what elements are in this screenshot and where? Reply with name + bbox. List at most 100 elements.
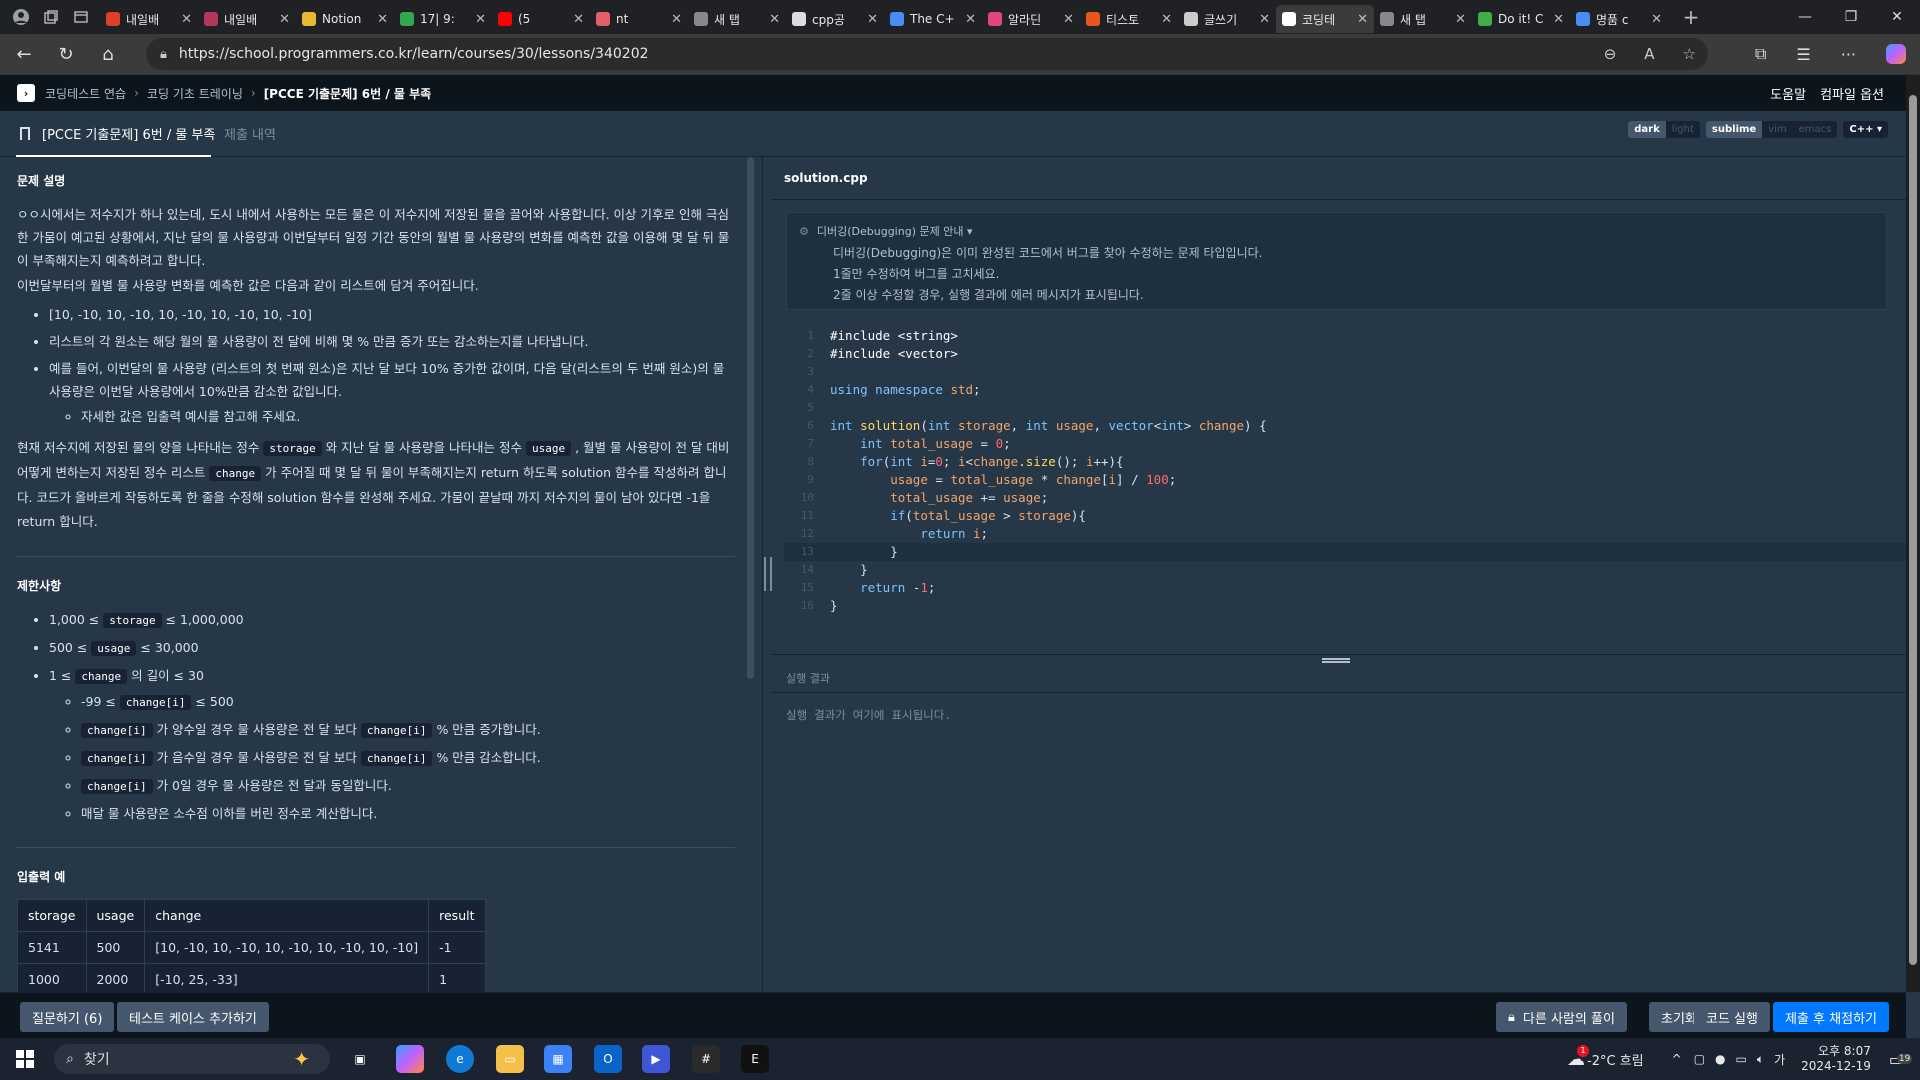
restore-icon[interactable]: ❐ (1828, 0, 1874, 34)
home-icon[interactable]: ⌂ (90, 38, 126, 70)
slack-icon[interactable]: # (692, 1045, 720, 1073)
browser-tab[interactable]: 내일배 ✕ (100, 5, 198, 33)
extensions-icon[interactable]: ⧉ (1755, 44, 1766, 64)
media-player-icon[interactable]: ▶ (642, 1045, 670, 1073)
programmers-logo-icon[interactable]: › (17, 84, 35, 102)
browser-tab[interactable]: (5 ✕ (492, 5, 590, 33)
keymap-emacs-option[interactable]: emacs (1793, 121, 1838, 138)
debug-notice-toggle[interactable]: ⚙ 디버깅(Debugging) 문제 안내 ▾ (799, 223, 972, 239)
back-icon[interactable]: ← (6, 38, 42, 70)
taskbar-search[interactable]: ⌕ 찾기 ✦ (54, 1044, 330, 1074)
code-line[interactable]: 13 } (784, 543, 1906, 561)
browser-tab[interactable]: 코딩테 ✕ (1276, 5, 1374, 33)
edge-app-icon[interactable]: e (446, 1045, 474, 1073)
language-select[interactable]: C++ ▾ (1843, 121, 1888, 138)
browser-tab[interactable]: 17| 9: ✕ (394, 5, 492, 33)
epic-games-icon[interactable]: E (741, 1045, 769, 1073)
zoom-icon[interactable]: ⊖ (1604, 45, 1617, 63)
splitter-grip-icon[interactable] (764, 557, 772, 591)
tray-app-icon[interactable]: ▢ (1694, 1052, 1705, 1066)
tab-problem[interactable]: [PCCE 기출문제] 6번 / 물 부족 (42, 124, 215, 143)
scrollbar-thumb[interactable] (1909, 95, 1917, 965)
clock[interactable]: 오후 8:07 2024-12-19 (1801, 1044, 1871, 1074)
submit-button[interactable]: 제출 후 채점하기 (1773, 1002, 1889, 1032)
browser-tab[interactable]: Do it! C ✕ (1472, 5, 1570, 33)
code-line[interactable]: 2 #include <vector> (784, 345, 1906, 363)
code-line[interactable]: 11 if(total_usage > storage){ (784, 507, 1906, 525)
code-line[interactable]: 9 usage = total_usage * change[i] / 100; (784, 471, 1906, 489)
volume-icon[interactable]: 🔈︎ (1757, 1052, 1764, 1067)
close-tab-icon[interactable]: ✕ (181, 12, 192, 27)
browser-tab[interactable]: 명품 c ✕ (1570, 5, 1668, 33)
close-tab-icon[interactable]: ✕ (965, 12, 976, 27)
favorite-star-icon[interactable]: ☆ (1683, 45, 1696, 63)
tab-actions-icon[interactable] (66, 0, 96, 34)
code-line[interactable]: 1 #include <string> (784, 327, 1906, 345)
code-line[interactable]: 16} (784, 597, 1906, 615)
close-tab-icon[interactable]: ✕ (769, 12, 780, 27)
close-tab-icon[interactable]: ✕ (1553, 12, 1564, 27)
code-line[interactable]: 3 (784, 363, 1906, 381)
code-line[interactable]: 7 int total_usage = 0; (784, 435, 1906, 453)
code-line[interactable]: 4 using namespace std; (784, 381, 1906, 399)
favorites-icon[interactable]: ☰ (1796, 45, 1810, 64)
network-icon[interactable]: ▭ (1736, 1052, 1747, 1066)
store-icon[interactable]: ▦ (544, 1045, 572, 1073)
page-scrollbar[interactable] (1906, 75, 1920, 992)
url-input[interactable]: 🔒︎ https://school.programmers.co.kr/lear… (146, 38, 1708, 70)
run-code-button[interactable]: 코드 실행 (1694, 1002, 1770, 1032)
cloud-icon[interactable]: ☁ 1 (1567, 1044, 1590, 1070)
code-line[interactable]: 15 return -1; (784, 579, 1906, 597)
close-tab-icon[interactable]: ✕ (867, 12, 878, 27)
close-tab-icon[interactable]: ✕ (671, 12, 682, 27)
code-line[interactable]: 14 } (784, 561, 1906, 579)
minimize-icon[interactable]: — (1782, 0, 1828, 34)
windows-start-icon[interactable] (2, 1038, 48, 1080)
browser-tab[interactable]: 새 탭 ✕ (1374, 5, 1472, 33)
refresh-icon[interactable]: ↻ (48, 38, 84, 70)
code-line[interactable]: 10 total_usage += usage; (784, 489, 1906, 507)
close-tab-icon[interactable]: ✕ (1651, 12, 1662, 27)
code-line[interactable]: 8 for(int i=0; i<change.size(); i++){ (784, 453, 1906, 471)
close-tab-icon[interactable]: ✕ (377, 12, 388, 27)
tray-app-icon[interactable]: ● (1715, 1052, 1725, 1066)
lock-icon[interactable]: 🔒︎ (160, 47, 167, 62)
theme-light-option[interactable]: light (1666, 121, 1700, 138)
task-view-icon[interactable]: ▣ (346, 1045, 374, 1073)
file-explorer-icon[interactable]: ▭ (496, 1045, 524, 1073)
browser-tab[interactable]: 티스토 ✕ (1080, 5, 1178, 33)
code-line[interactable]: 5 (784, 399, 1906, 417)
code-line[interactable]: 6 int solution(int storage, int usage, ve… (784, 417, 1906, 435)
problem-pane[interactable]: 문제 설명 ㅇㅇ시에서는 저수지가 하나 있는데, 도시 내에서 사용하는 모든… (0, 157, 762, 992)
browser-tab[interactable]: The C+ ✕ (884, 5, 982, 33)
code-editor[interactable]: 1 #include <string> 2 #include <vector> 3 4 us… (784, 327, 1906, 615)
ime-indicator[interactable]: 가 (1774, 1051, 1785, 1068)
tray-chevron-icon[interactable]: ^ (1672, 1052, 1682, 1066)
add-test-case-button[interactable]: 테스트 케이스 추가하기 (117, 1002, 269, 1032)
read-aloud-icon[interactable]: A (1644, 45, 1654, 63)
browser-tab[interactable]: 알라딘 ✕ (982, 5, 1080, 33)
close-tab-icon[interactable]: ✕ (1161, 12, 1172, 27)
more-icon[interactable]: ··· (1841, 45, 1856, 64)
close-tab-icon[interactable]: ✕ (1063, 12, 1074, 27)
close-tab-icon[interactable]: ✕ (1357, 12, 1368, 27)
close-tab-icon[interactable]: ✕ (475, 12, 486, 27)
others-solutions-button[interactable]: 🔒︎ 다른 사람의 풀이 (1496, 1002, 1627, 1032)
outlook-icon[interactable]: O (594, 1045, 622, 1073)
browser-tab[interactable]: 새 탭 ✕ (688, 5, 786, 33)
close-window-icon[interactable]: ✕ (1874, 0, 1920, 34)
close-tab-icon[interactable]: ✕ (1259, 12, 1270, 27)
result-resize-handle[interactable] (1322, 658, 1350, 663)
browser-tab[interactable]: 내일배 ✕ (198, 5, 296, 33)
workspaces-icon[interactable] (36, 0, 66, 34)
notifications-icon[interactable]: ▭19 (1889, 1050, 1913, 1069)
weather-text[interactable]: -2°C 흐림 (1587, 1050, 1644, 1069)
compile-options-link[interactable]: 컴파일 옵션 (1820, 84, 1884, 103)
close-tab-icon[interactable]: ✕ (573, 12, 584, 27)
keymap-sublime-option[interactable]: sublime (1705, 121, 1763, 138)
new-tab-button[interactable]: + (1676, 0, 1706, 34)
tab-submissions[interactable]: 제출 내역 (224, 124, 276, 143)
close-tab-icon[interactable]: ✕ (279, 12, 290, 27)
copilot-app-icon[interactable] (396, 1045, 424, 1073)
ask-question-button[interactable]: 질문하기 (6) (20, 1002, 115, 1032)
